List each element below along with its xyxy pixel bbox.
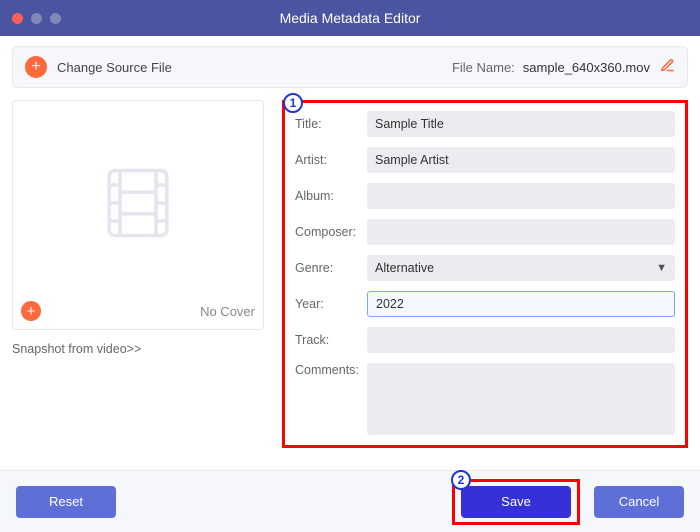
cancel-button[interactable]: Cancel <box>594 486 684 518</box>
composer-field[interactable] <box>367 219 675 245</box>
editor-window: Media Metadata Editor + Change Source Fi… <box>0 0 700 532</box>
window-controls <box>12 13 61 24</box>
file-name-label: File Name: <box>452 60 515 75</box>
genre-label: Genre: <box>295 261 367 275</box>
save-button[interactable]: Save <box>461 486 571 518</box>
comments-field[interactable] <box>367 363 675 435</box>
year-field[interactable] <box>367 291 675 317</box>
change-source-plus-button[interactable]: + <box>25 56 47 78</box>
composer-label: Composer: <box>295 225 367 239</box>
snapshot-from-video-link[interactable]: Snapshot from video>> <box>12 342 141 356</box>
plus-icon: + <box>31 58 40 76</box>
comments-label: Comments: <box>295 363 367 377</box>
save-button-highlight: 2 Save <box>452 479 580 525</box>
genre-select[interactable] <box>367 255 675 281</box>
artist-label: Artist: <box>295 153 367 167</box>
close-window-button[interactable] <box>12 13 23 24</box>
reset-button[interactable]: Reset <box>16 486 116 518</box>
track-field[interactable] <box>367 327 675 353</box>
edit-filename-icon[interactable] <box>660 58 675 77</box>
body: + No Cover Snapshot from video>> 1 Title… <box>0 94 700 470</box>
footer: Reset 2 Save Cancel <box>0 470 700 532</box>
plus-icon: + <box>27 303 36 320</box>
maximize-window-button[interactable] <box>50 13 61 24</box>
cover-placeholder <box>21 109 255 297</box>
topbar: + Change Source File File Name: sample_6… <box>12 46 688 88</box>
year-label: Year: <box>295 297 367 311</box>
cover-box: + No Cover <box>12 100 264 330</box>
window-title: Media Metadata Editor <box>0 10 700 26</box>
change-source-label[interactable]: Change Source File <box>57 60 172 75</box>
album-label: Album: <box>295 189 367 203</box>
cover-bottom-row: + No Cover <box>21 297 255 321</box>
callout-1: 1 <box>283 93 303 113</box>
title-label: Title: <box>295 117 367 131</box>
cover-column: + No Cover Snapshot from video>> <box>12 100 282 470</box>
artist-field[interactable] <box>367 147 675 173</box>
add-cover-button[interactable]: + <box>21 301 41 321</box>
form-column: 1 Title: Artist: Album: Composer: <box>282 100 688 470</box>
minimize-window-button[interactable] <box>31 13 42 24</box>
callout-2: 2 <box>451 470 471 490</box>
album-field[interactable] <box>367 183 675 209</box>
track-label: Track: <box>295 333 367 347</box>
titlebar: Media Metadata Editor <box>0 0 700 36</box>
metadata-form-highlight: 1 Title: Artist: Album: Composer: <box>282 100 688 448</box>
film-icon <box>93 158 183 248</box>
file-name-value: sample_640x360.mov <box>523 60 650 75</box>
no-cover-label: No Cover <box>200 304 255 319</box>
title-field[interactable] <box>367 111 675 137</box>
